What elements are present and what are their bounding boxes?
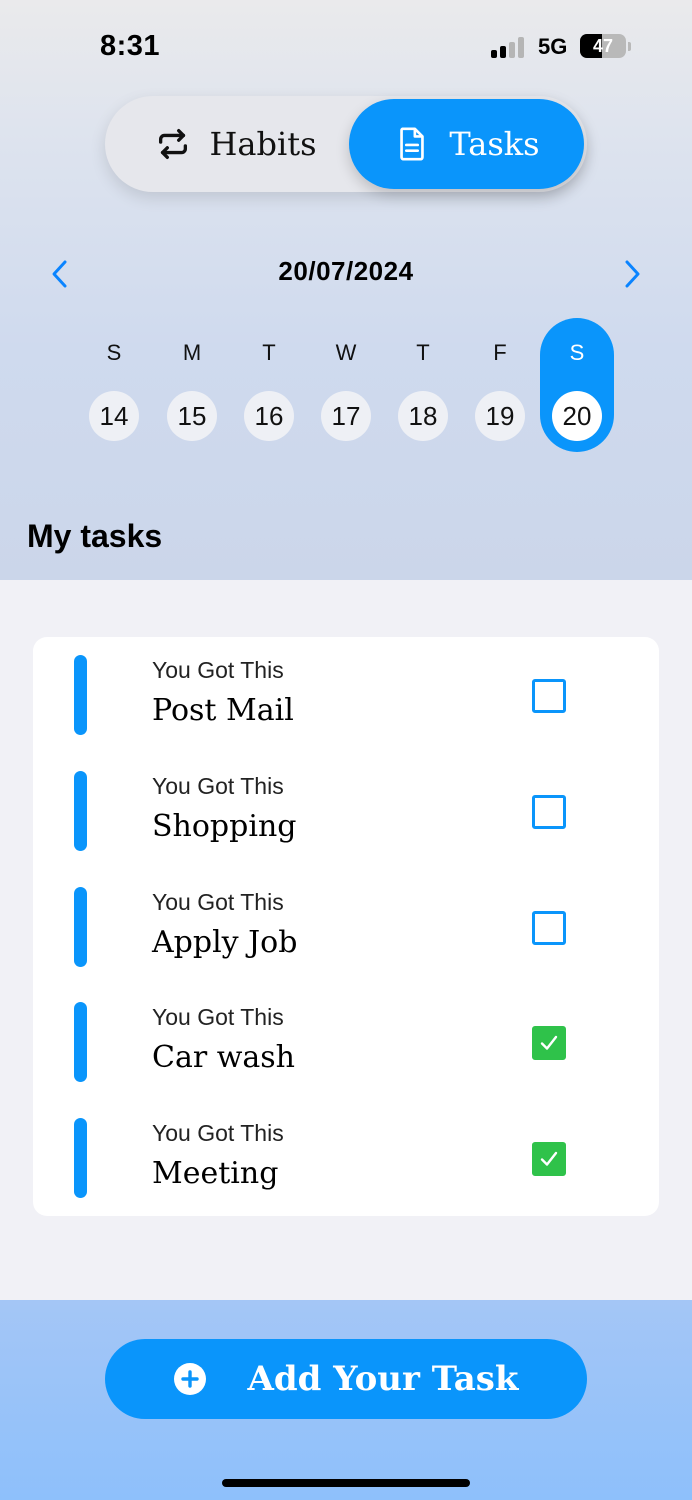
- day-number: 15: [167, 391, 217, 441]
- battery-icon: 47: [580, 34, 626, 58]
- task-accent-bar: [74, 655, 87, 735]
- tab-habits[interactable]: Habits: [120, 99, 350, 189]
- day-letter: T: [262, 340, 276, 365]
- tab-tasks[interactable]: Tasks: [349, 99, 584, 189]
- task-checkbox[interactable]: [532, 795, 566, 829]
- cellular-signal-icon: [491, 36, 527, 58]
- task-accent-bar: [74, 1118, 87, 1198]
- task-subtitle: You Got This: [152, 1120, 284, 1146]
- tab-habits-label: Habits: [209, 125, 317, 163]
- day-wednesday[interactable]: W 17: [309, 318, 383, 452]
- task-item[interactable]: You Got This Apply Job: [33, 869, 659, 985]
- day-letter: S: [106, 340, 122, 365]
- day-letter: S: [569, 340, 585, 365]
- task-subtitle: You Got This: [152, 773, 284, 799]
- task-accent-bar: [74, 1002, 87, 1082]
- task-subtitle: You Got This: [152, 1004, 284, 1030]
- task-item[interactable]: You Got This Post Mail: [33, 637, 659, 753]
- day-number: 16: [244, 391, 294, 441]
- day-number: 19: [475, 391, 525, 441]
- task-item[interactable]: You Got This Meeting: [33, 1100, 659, 1216]
- status-time: 8:31: [100, 30, 161, 62]
- day-thursday[interactable]: T 18: [386, 318, 460, 452]
- add-task-label: Add Your Task: [247, 1359, 519, 1399]
- checkmark-icon: [540, 1035, 558, 1050]
- day-sunday[interactable]: S 14: [77, 318, 151, 452]
- status-bar: 8:31 5G 47: [0, 0, 692, 95]
- week-strip: S 14 M 15 T 16 W 17 T 18 F 19 S 20: [0, 318, 692, 458]
- tab-tasks-label: Tasks: [449, 125, 540, 163]
- current-date: 20/07/2024: [278, 256, 414, 286]
- day-friday[interactable]: F 19: [463, 318, 537, 452]
- day-number: 18: [398, 391, 448, 441]
- day-number: 20: [552, 391, 602, 441]
- task-checkbox-checked[interactable]: [532, 1026, 566, 1060]
- battery-cap: [628, 42, 631, 51]
- task-checkbox[interactable]: [532, 679, 566, 713]
- checkmark-icon: [540, 1151, 558, 1166]
- task-accent-bar: [74, 771, 87, 851]
- document-icon: [400, 127, 425, 161]
- repeat-icon: [158, 129, 187, 159]
- add-task-button[interactable]: Add Your Task: [105, 1339, 587, 1419]
- day-number: 14: [89, 391, 139, 441]
- day-letter: T: [416, 340, 430, 365]
- day-saturday-selected[interactable]: S 20: [540, 318, 614, 452]
- home-indicator: [222, 1479, 470, 1487]
- network-type: 5G: [538, 34, 568, 59]
- task-title: Shopping: [152, 809, 297, 844]
- day-number: 17: [321, 391, 371, 441]
- section-title: My tasks: [27, 518, 163, 554]
- battery-level: 47: [592, 36, 614, 56]
- plus-circle-icon: [174, 1363, 207, 1395]
- task-item[interactable]: You Got This Shopping: [33, 753, 659, 869]
- chevron-right-icon[interactable]: [614, 256, 650, 292]
- task-list: You Got This Post Mail You Got This Shop…: [33, 637, 659, 1216]
- task-checkbox-checked[interactable]: [532, 1142, 566, 1176]
- task-item[interactable]: You Got This Car wash: [33, 984, 659, 1100]
- task-title: Post Mail: [152, 693, 294, 728]
- task-accent-bar: [74, 887, 87, 967]
- habits-tasks-toggle: Habits Tasks: [105, 96, 587, 192]
- task-subtitle: You Got This: [152, 657, 284, 683]
- day-letter: F: [493, 340, 507, 365]
- task-checkbox[interactable]: [532, 911, 566, 945]
- task-title: Meeting: [152, 1156, 279, 1191]
- day-monday[interactable]: M 15: [155, 318, 229, 452]
- date-navigator: 20/07/2024: [0, 248, 692, 298]
- task-subtitle: You Got This: [152, 889, 284, 915]
- day-letter: M: [182, 340, 202, 365]
- day-tuesday[interactable]: T 16: [232, 318, 306, 452]
- day-letter: W: [335, 340, 357, 365]
- task-title: Car wash: [152, 1040, 295, 1075]
- task-title: Apply Job: [152, 925, 298, 960]
